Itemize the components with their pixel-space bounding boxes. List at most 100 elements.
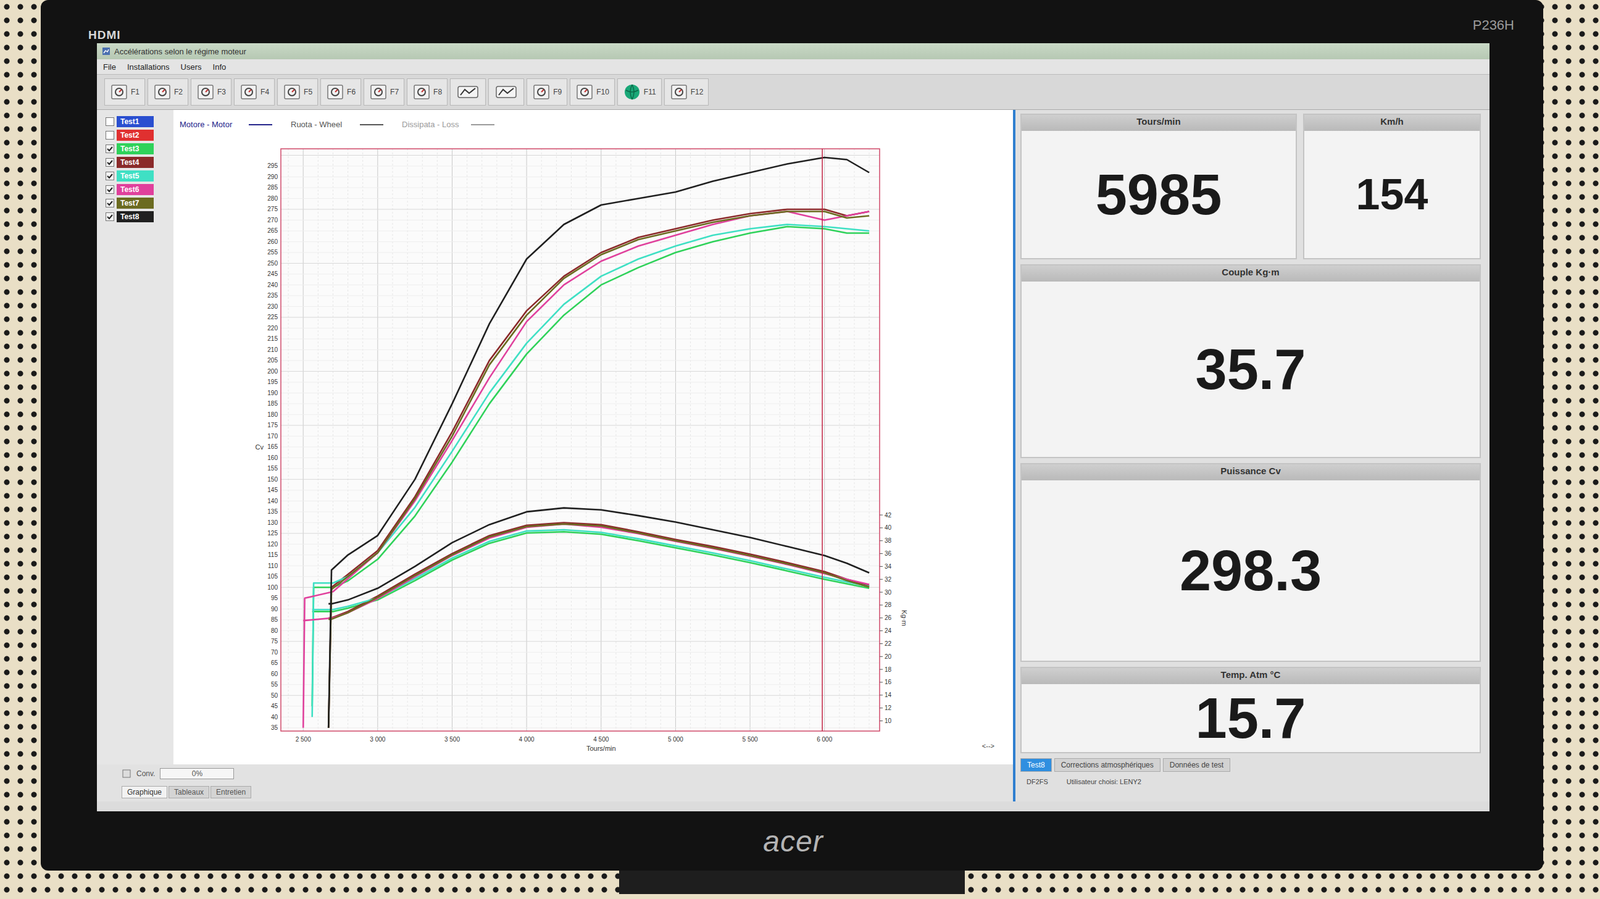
test-checkbox[interactable]: [105, 130, 115, 140]
readout-row: Puissance Cv 298.3: [1020, 462, 1481, 662]
legend-label: Ruota - Wheel: [290, 119, 342, 130]
power-tick: 280: [267, 195, 278, 202]
grid-line: [556, 148, 557, 731]
menu-item[interactable]: Info: [212, 62, 227, 72]
test-item[interactable]: Test1: [105, 116, 174, 128]
toolbar-button[interactable]: F11: [617, 78, 662, 106]
test-checkbox[interactable]: [105, 198, 115, 208]
test-checkbox[interactable]: [105, 117, 115, 126]
grid-line: [280, 446, 880, 447]
toolbar-button[interactable]: F2: [147, 78, 189, 106]
grid-line: [437, 148, 438, 731]
power-tick: 250: [267, 259, 278, 267]
test-item[interactable]: Test6: [105, 183, 174, 196]
power-tick: 80: [270, 627, 279, 634]
grid-line: [280, 619, 880, 620]
power-tick: 95: [270, 594, 279, 602]
grid-line: [541, 148, 542, 731]
power-tick: 265: [267, 227, 278, 234]
grid-line: [280, 187, 880, 188]
test-label: Test2: [116, 129, 154, 141]
torque-tick-mark: [879, 656, 883, 657]
grid-line: [280, 489, 880, 491]
legend-swatch: [470, 124, 495, 126]
test-checkbox[interactable]: [105, 185, 115, 194]
torque-tick: 12: [884, 704, 892, 712]
toolbar-button[interactable]: [450, 78, 486, 106]
rpm-cursor[interactable]: [821, 148, 823, 731]
view-tab[interactable]: Tableaux: [168, 785, 210, 799]
monitor: HDMI P236H Accélérations selon le régime…: [40, 0, 1544, 871]
menu-item[interactable]: File: [103, 62, 117, 72]
toolbar-button[interactable]: F12: [664, 78, 710, 106]
power-tick: 105: [267, 572, 278, 580]
plot-frame: [280, 148, 880, 731]
test-label: Test7: [116, 197, 154, 209]
grid-line: [362, 148, 363, 731]
power-tick: 220: [267, 324, 278, 332]
power-tick: 180: [267, 411, 278, 418]
readout-tab[interactable]: Test8: [1020, 758, 1052, 772]
scroll-control[interactable]: <-->: [982, 741, 995, 750]
power-tick: 55: [270, 680, 279, 688]
power-tick: 40: [270, 713, 279, 721]
toolbar-button[interactable]: F5: [277, 78, 318, 106]
power-tick: 205: [267, 356, 278, 364]
rpm-tick: 3 500: [444, 735, 460, 743]
readout-box: Couple Kg·m 35.7: [1020, 264, 1481, 459]
view-tab[interactable]: Graphique: [121, 785, 168, 799]
readout-tab[interactable]: Corrections atmosphériques: [1054, 758, 1161, 772]
grid-line: [377, 148, 378, 731]
grid-line: [853, 148, 855, 731]
menu-item[interactable]: Users: [180, 62, 202, 72]
toolbar-button[interactable]: F9: [526, 78, 568, 106]
toolbar-button[interactable]: F8: [406, 78, 448, 106]
grid-line: [280, 359, 880, 361]
toolbar-button[interactable]: F7: [363, 78, 405, 106]
torque-tick-mark: [879, 694, 883, 696]
torque-tick-mark: [879, 514, 883, 516]
rpm-tick: 5 500: [742, 735, 759, 743]
test-checkbox[interactable]: [105, 158, 115, 167]
torque-tick: 10: [884, 717, 892, 725]
grid-line: [280, 316, 880, 318]
test-item[interactable]: Test2: [105, 129, 174, 141]
test-checkbox[interactable]: [105, 171, 115, 181]
legend-swatch: [248, 124, 273, 126]
grid-line: [280, 424, 880, 426]
readout-value: 154: [1304, 130, 1480, 259]
toolbar-button[interactable]: F6: [320, 78, 362, 106]
grid-line: [280, 295, 880, 296]
power-tick: 110: [267, 562, 278, 570]
readout-box: Puissance Cv 298.3: [1020, 462, 1481, 662]
test-checkbox[interactable]: [105, 144, 115, 154]
torque-tick-mark: [879, 643, 883, 644]
toolbar-button[interactable]: [488, 78, 525, 106]
grid-line: [280, 467, 880, 469]
toolbar-button[interactable]: F1: [104, 78, 146, 106]
grid-line: [280, 500, 880, 502]
grid-line: [690, 148, 691, 731]
grid-line: [280, 370, 880, 372]
view-tab[interactable]: Entretien: [210, 785, 252, 799]
grid-line: [280, 575, 880, 577]
test-item[interactable]: Test5: [105, 170, 174, 182]
test-label: Test3: [116, 143, 154, 155]
test-label: Test8: [116, 211, 154, 223]
test-checkbox[interactable]: [105, 212, 115, 221]
toolbar-button[interactable]: F10: [569, 78, 615, 106]
test-item[interactable]: Test4: [105, 156, 174, 168]
conv-field[interactable]: 0%: [159, 767, 234, 780]
rpm-tick: 6 000: [816, 735, 833, 743]
toolbar-button[interactable]: F4: [233, 78, 275, 106]
test-item[interactable]: Test7: [105, 197, 174, 209]
test-item[interactable]: Test8: [105, 211, 174, 223]
rpm-tick: 4 500: [593, 735, 609, 743]
menu-item[interactable]: Installations: [127, 62, 170, 72]
readout-tab[interactable]: Données de test: [1162, 758, 1231, 772]
check-icon: [106, 158, 114, 167]
grid-line: [280, 705, 880, 707]
test-item[interactable]: Test3: [105, 143, 174, 155]
chart-legend-item: Ruota - Wheel: [290, 119, 384, 130]
toolbar-button[interactable]: F3: [190, 78, 232, 106]
